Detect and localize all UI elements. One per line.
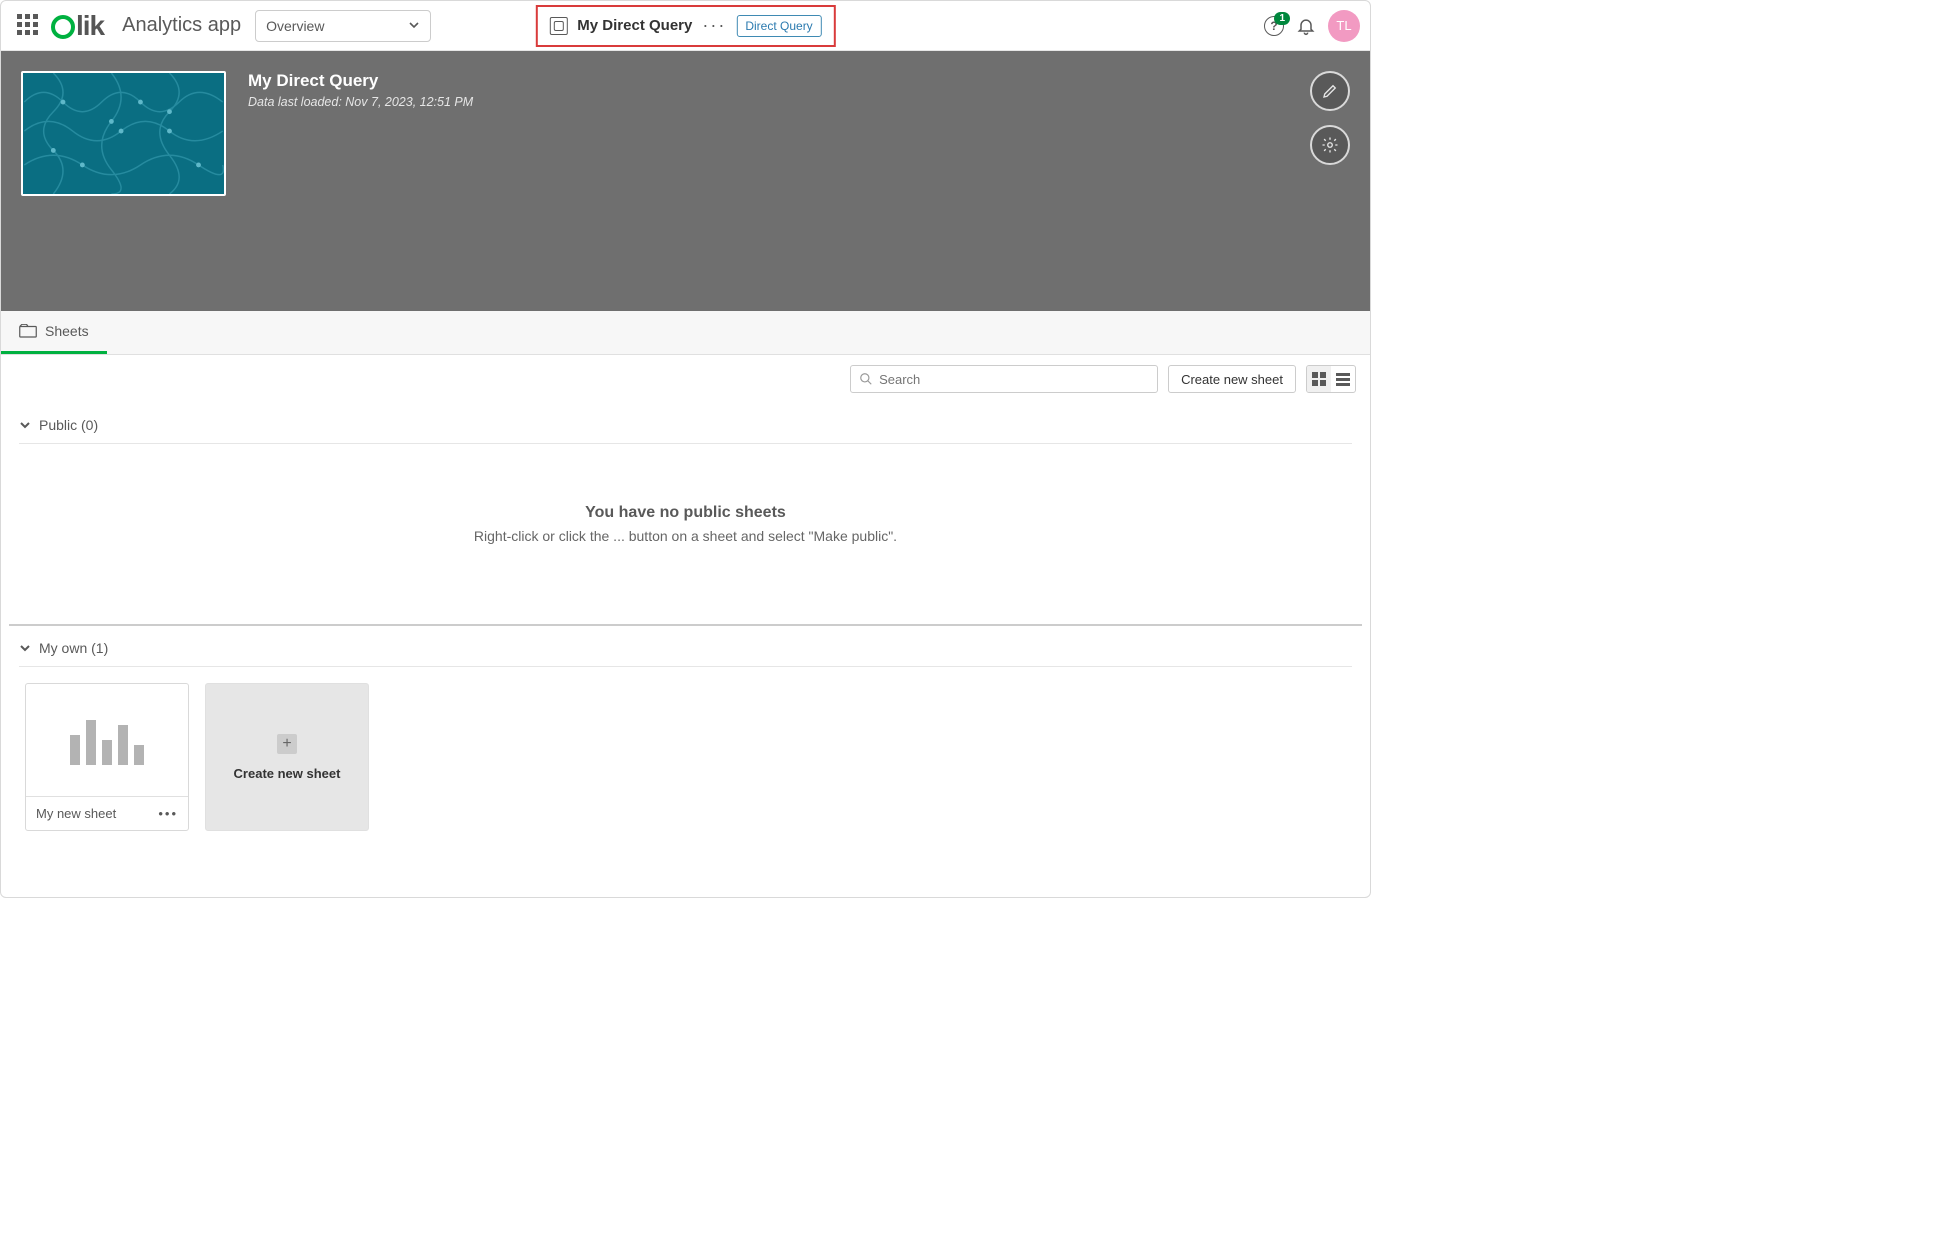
public-empty-state: You have no public sheets Right-click or… — [19, 444, 1352, 594]
sheet-name: My new sheet — [36, 806, 116, 821]
logo-q-icon — [51, 15, 75, 39]
empty-subtitle: Right-click or click the ... button on a… — [19, 528, 1352, 544]
qlik-logo: lik — [51, 10, 104, 42]
create-card-label: Create new sheet — [234, 766, 341, 781]
list-view-icon[interactable] — [1331, 366, 1355, 392]
logo-text: lik — [76, 10, 104, 42]
chevron-down-icon — [19, 419, 31, 431]
chevron-down-icon — [19, 642, 31, 654]
search-icon — [859, 372, 873, 386]
grid-view-icon[interactable] — [1307, 366, 1331, 392]
app-icon — [549, 17, 567, 35]
sheet-more-icon[interactable]: ••• — [158, 806, 178, 821]
app-title: My Direct Query — [577, 17, 692, 34]
user-avatar[interactable]: TL — [1328, 10, 1360, 42]
app-launcher-icon[interactable] — [17, 14, 41, 38]
public-section: Public (0) You have no public sheets Rig… — [1, 403, 1370, 624]
app-thumbnail[interactable] — [21, 71, 226, 196]
bell-icon[interactable] — [1296, 16, 1316, 36]
tab-sheets-label: Sheets — [45, 323, 89, 339]
direct-query-badge: Direct Query — [736, 15, 821, 37]
create-sheet-card[interactable]: + Create new sheet — [205, 683, 369, 831]
empty-title: You have no public sheets — [19, 504, 1352, 522]
hero-title: My Direct Query — [248, 71, 473, 91]
sheet-card[interactable]: My new sheet ••• — [25, 683, 189, 831]
edit-button[interactable] — [1310, 71, 1350, 111]
myown-section-toggle[interactable]: My own (1) — [19, 630, 1352, 667]
chevron-down-icon — [408, 18, 420, 34]
tab-sheets[interactable]: Sheets — [1, 311, 107, 354]
tabs-bar: Sheets — [1, 311, 1370, 355]
overview-dropdown[interactable]: Overview — [255, 10, 431, 42]
app-name: Analytics app — [122, 14, 241, 37]
myown-section: My own (1) My new sheet ••• + Create new… — [1, 626, 1370, 877]
view-toggle — [1306, 365, 1356, 393]
overview-label: Overview — [266, 18, 324, 34]
bar-chart-icon — [70, 715, 144, 765]
search-box[interactable] — [850, 365, 1158, 393]
notification-count-badge: 1 — [1274, 12, 1290, 25]
plus-icon: + — [277, 734, 297, 754]
create-sheet-button[interactable]: Create new sheet — [1168, 365, 1296, 393]
app-title-highlight: My Direct Query ··· Direct Query — [535, 5, 835, 47]
sheet-thumbnail — [26, 684, 188, 796]
data-loaded-meta: Data last loaded: Nov 7, 2023, 12:51 PM — [248, 95, 473, 109]
settings-button[interactable] — [1310, 125, 1350, 165]
public-section-toggle[interactable]: Public (0) — [19, 407, 1352, 444]
app-more-icon[interactable]: ··· — [702, 15, 726, 36]
search-input[interactable] — [879, 372, 1149, 387]
public-heading: Public (0) — [39, 417, 98, 433]
app-hero: My Direct Query Data last loaded: Nov 7,… — [1, 51, 1370, 311]
myown-heading: My own (1) — [39, 640, 108, 656]
sheet-toolbar: Create new sheet — [1, 355, 1370, 403]
